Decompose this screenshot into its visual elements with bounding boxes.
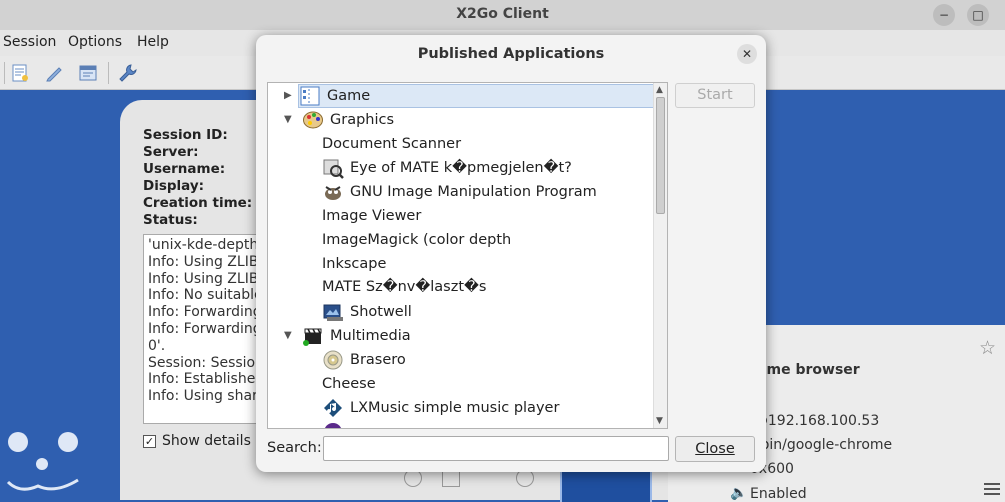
x2go-bear-logo <box>6 432 79 491</box>
scrollbar-thumb[interactable] <box>656 97 665 214</box>
collapse-arrow-icon[interactable]: ▼ <box>284 114 292 125</box>
session-card-command: r/bin/google-chrome <box>750 437 893 453</box>
status-label: Status: <box>143 212 198 228</box>
close-button-label: Close <box>695 441 735 457</box>
tree-item-label: ImageMagick (color depth <box>322 232 512 248</box>
settings-button[interactable] <box>116 61 140 85</box>
tree-item-label: Cheese <box>322 376 376 392</box>
tree-item-cheese[interactable]: Cheese <box>322 372 376 396</box>
tree-item-label: MATE Sz�nv�laszt�s <box>322 279 487 295</box>
main-window-title: X2Go Client <box>456 6 549 22</box>
tree-item-brasero[interactable]: Brasero <box>322 348 406 372</box>
show-details-checkbox[interactable]: ✓ Show details <box>143 433 251 449</box>
expand-arrow-icon[interactable]: ▶ <box>284 90 292 101</box>
tree-item-graphics[interactable]: Graphics <box>302 108 394 132</box>
tree-item-lxmusic[interactable]: LXMusic simple music player <box>322 396 559 420</box>
start-button[interactable]: Start <box>675 83 755 108</box>
game-icon <box>300 86 320 106</box>
search-input[interactable] <box>323 436 669 461</box>
brasero-disc-icon <box>323 350 343 370</box>
show-details-label: Show details <box>162 433 251 449</box>
tree-item-label: GNU Image Manipulation Program <box>350 184 597 200</box>
minimize-icon: − <box>938 8 950 22</box>
session-card-host: i@192.168.100.53 <box>750 413 880 429</box>
multimedia-clapper-icon <box>303 328 322 346</box>
search-label: Search: <box>267 440 322 456</box>
published-applications-dialog: Published Applications ✕ Game ▶ Graphics… <box>256 35 766 472</box>
shotwell-icon <box>323 304 343 321</box>
dialog-close-button[interactable]: ✕ <box>737 44 757 64</box>
tree-item-game[interactable]: Game <box>298 84 654 108</box>
wrench-icon <box>119 64 137 82</box>
checkbox-checked-icon: ✓ <box>143 434 156 448</box>
gimp-icon <box>325 186 341 200</box>
session-manager-button[interactable] <box>76 61 100 85</box>
tree-item-media-player[interactable] <box>322 420 350 428</box>
tree-item-imagemagick[interactable]: ImageMagick (color depth <box>322 228 511 252</box>
tree-item-label: Image Viewer <box>322 208 422 224</box>
tree-item-label: Document Scanner <box>322 136 462 152</box>
collapse-arrow-icon[interactable]: ▼ <box>284 330 292 341</box>
tree-item-label: Inkscape <box>322 256 387 272</box>
sound-icon: 🔈 <box>730 485 748 501</box>
menu-help[interactable]: Help <box>137 34 169 50</box>
toolbar-separator <box>108 62 109 84</box>
tree-item-image-viewer[interactable]: Image Viewer <box>322 204 421 228</box>
tree-item-label: Eye of MATE k�pmegjelen�t? <box>350 160 572 176</box>
tree-item-label: Shotwell <box>350 304 412 320</box>
scroll-down-icon[interactable]: ▼ <box>656 416 663 426</box>
main-window-titlebar: X2Go Client − □ <box>0 0 1005 30</box>
new-session-button[interactable] <box>8 61 32 85</box>
menu-session[interactable]: Session <box>3 34 56 50</box>
dialog-title: Published Applications <box>417 46 605 62</box>
creation-time-label: Creation time: <box>143 195 253 211</box>
maximize-button[interactable]: □ <box>967 4 989 26</box>
username-label: Username: <box>143 161 226 177</box>
pencil-icon <box>46 67 62 82</box>
tree-scrollbar[interactable]: ▲ ▼ <box>653 83 667 428</box>
tree-item-label: Graphics <box>330 112 395 128</box>
session-card-sound: Enabled <box>750 486 807 502</box>
session-manager-icon <box>79 65 97 81</box>
tree-item-document-scanner[interactable]: Document Scanner <box>322 132 461 156</box>
session-card-name: rome browser <box>750 362 860 378</box>
tree-item-eye-of-mate[interactable]: Eye of MATE k�pmegjelen�t? <box>322 156 572 180</box>
lxmusic-icon <box>324 399 342 417</box>
maximize-icon: □ <box>972 8 984 22</box>
display-label: Display: <box>143 178 205 194</box>
new-session-icon <box>12 64 28 82</box>
menu-options[interactable]: Options <box>68 34 122 50</box>
session-id-label: Session ID: <box>143 127 228 143</box>
close-icon: ✕ <box>741 47 753 61</box>
scroll-up-icon[interactable]: ▲ <box>656 85 663 95</box>
close-button[interactable]: Close <box>675 436 755 462</box>
graphics-palette-icon <box>303 111 323 129</box>
toolbar-separator <box>4 62 5 84</box>
tree-item-label: LXMusic simple music player <box>350 400 560 416</box>
edit-session-button[interactable] <box>42 61 66 85</box>
image-viewer-icon <box>323 159 344 179</box>
tree-item-multimedia[interactable]: Multimedia <box>302 324 411 348</box>
minimize-button[interactable]: − <box>933 4 955 26</box>
x2go-logo <box>560 470 652 502</box>
tree-item-gimp[interactable]: GNU Image Manipulation Program <box>322 180 597 204</box>
menu-icon[interactable] <box>984 483 1000 498</box>
tree-item-mate-color-picker[interactable]: MATE Sz�nv�laszt�s <box>322 275 486 299</box>
tree-item-label: Game <box>327 88 371 104</box>
favorite-star-icon[interactable]: ☆ <box>979 337 996 359</box>
application-tree[interactable]: Game ▶ Graphics ▼ Document Scanner Eye o… <box>267 82 668 429</box>
media-player-icon <box>324 423 342 428</box>
tree-item-label: Multimedia <box>330 328 411 344</box>
tree-item-shotwell[interactable]: Shotwell <box>322 300 412 324</box>
tree-item-label: Brasero <box>350 352 406 368</box>
tree-item-inkscape[interactable]: Inkscape <box>322 252 386 276</box>
server-label: Server: <box>143 144 199 160</box>
